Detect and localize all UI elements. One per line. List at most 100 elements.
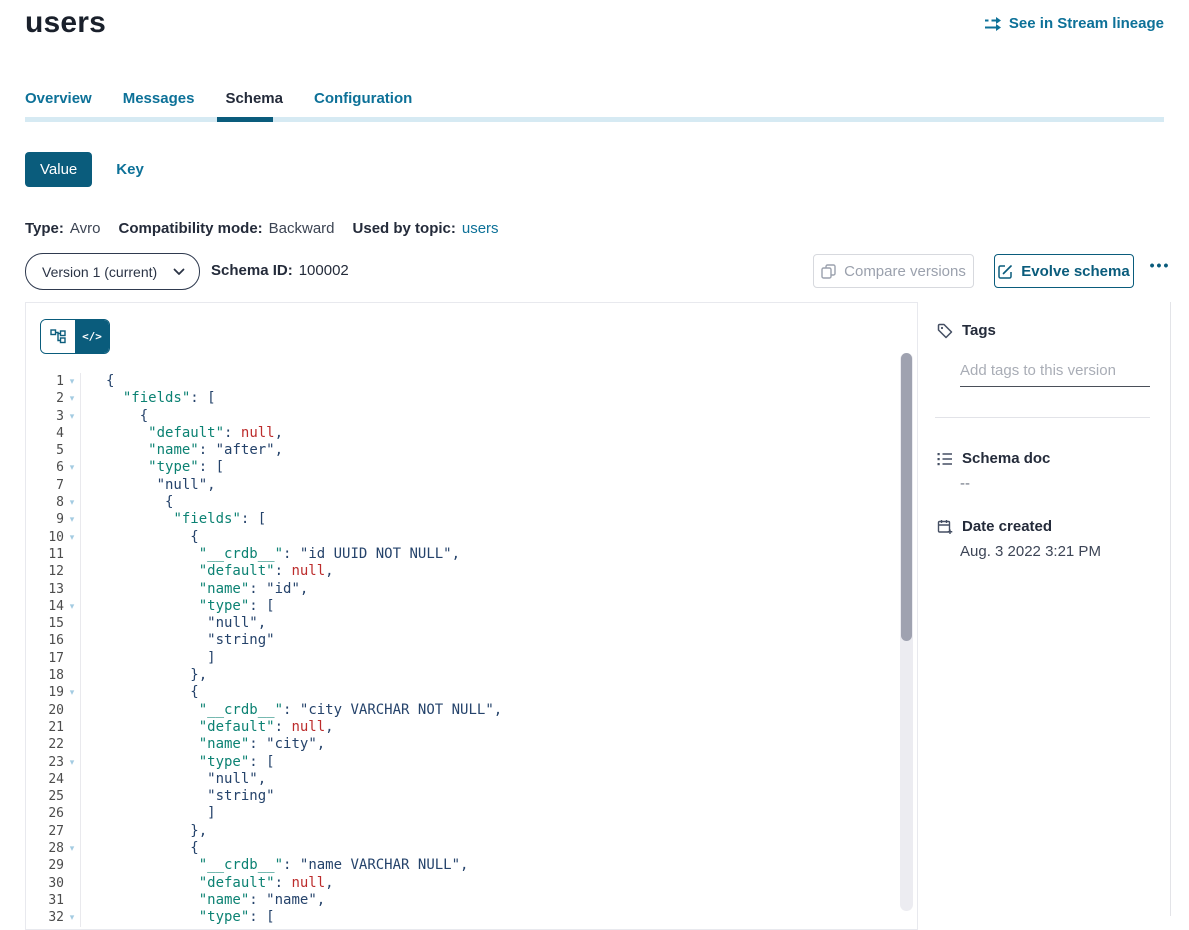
fold-gutter — [64, 892, 81, 909]
line-number: 5 — [26, 442, 64, 459]
line-number: 1 — [26, 373, 64, 390]
fold-toggle-icon[interactable]: ▾ — [64, 598, 81, 615]
code-line: 10▾ { — [26, 529, 896, 546]
fold-toggle-icon[interactable]: ▾ — [64, 459, 81, 476]
tab-messages[interactable]: Messages — [123, 90, 195, 107]
code-text: "fields": [ — [81, 511, 266, 528]
code-text: "fields": [ — [81, 390, 216, 407]
code-line: 1▾{ — [26, 373, 896, 390]
schema-id-label: Schema ID: — [211, 262, 293, 279]
fold-toggle-icon[interactable]: ▾ — [64, 529, 81, 546]
code-text: "default": null, — [81, 425, 283, 442]
version-select[interactable]: Version 1 (current) — [25, 253, 200, 290]
schema-editor-panel: </> 1▾{2▾ "fields": [3▾ {4 "default": nu… — [25, 302, 918, 930]
evolve-schema-button[interactable]: Evolve schema — [994, 254, 1134, 288]
code-line: 15 "null", — [26, 615, 896, 632]
tab-schema[interactable]: Schema — [225, 90, 283, 107]
used-by-topic-label: Used by topic: — [353, 220, 456, 237]
line-number: 10 — [26, 529, 64, 546]
schema-doc-value: -- — [960, 475, 970, 492]
code-line: 12 "default": null, — [26, 563, 896, 580]
add-tags-input[interactable] — [960, 358, 1150, 387]
compare-versions-label: Compare versions — [844, 263, 966, 280]
line-number: 30 — [26, 875, 64, 892]
tags-title: Tags — [962, 322, 996, 339]
tree-view-icon — [50, 329, 66, 344]
fold-toggle-icon[interactable]: ▾ — [64, 408, 81, 425]
line-number: 11 — [26, 546, 64, 563]
editor-scrollbar-thumb[interactable] — [901, 353, 912, 641]
code-view-icon: </> — [82, 330, 102, 343]
code-text: "default": null, — [81, 875, 334, 892]
type-label: Type: — [25, 220, 64, 237]
line-number: 16 — [26, 632, 64, 649]
tab-configuration[interactable]: Configuration — [314, 90, 412, 107]
code-lines[interactable]: 1▾{2▾ "fields": [3▾ {4 "default": null,5… — [26, 373, 896, 927]
line-number: 6 — [26, 459, 64, 476]
code-text: "name": "id", — [81, 581, 308, 598]
stream-lineage-link[interactable]: See in Stream lineage — [984, 15, 1164, 32]
line-number: 21 — [26, 719, 64, 736]
stream-lineage-label: See in Stream lineage — [1009, 15, 1164, 32]
fold-toggle-icon[interactable]: ▾ — [64, 511, 81, 528]
code-text: "name": "city", — [81, 736, 325, 753]
code-line: 25 "string" — [26, 788, 896, 805]
code-text: "default": null, — [81, 563, 334, 580]
fold-toggle-icon[interactable]: ▾ — [64, 684, 81, 701]
code-line: 18 }, — [26, 667, 896, 684]
code-text: { — [81, 408, 148, 425]
code-line: 19▾ { — [26, 684, 896, 701]
type-value: Avro — [70, 220, 101, 237]
schema-doc-icon — [937, 452, 953, 466]
code-line: 2▾ "fields": [ — [26, 390, 896, 407]
date-created-value: Aug. 3 2022 3:21 PM — [960, 543, 1101, 560]
fold-gutter — [64, 632, 81, 649]
fold-toggle-icon[interactable]: ▾ — [64, 494, 81, 511]
fold-gutter — [64, 788, 81, 805]
code-text: { — [81, 373, 114, 390]
fold-gutter — [64, 442, 81, 459]
fold-gutter — [64, 615, 81, 632]
code-line: 32▾ "type": [ — [26, 909, 896, 926]
fold-toggle-icon[interactable]: ▾ — [64, 909, 81, 926]
fold-gutter — [64, 702, 81, 719]
line-number: 29 — [26, 857, 64, 874]
code-text: }, — [81, 667, 207, 684]
fold-gutter — [64, 650, 81, 667]
fold-toggle-icon[interactable]: ▾ — [64, 840, 81, 857]
fold-toggle-icon[interactable]: ▾ — [64, 373, 81, 390]
key-toggle-button[interactable]: Key — [116, 161, 144, 178]
code-line: 16 "string" — [26, 632, 896, 649]
code-line: 3▾ { — [26, 408, 896, 425]
page-title: users — [25, 6, 106, 40]
code-view-button[interactable]: </> — [75, 320, 109, 353]
code-line: 5 "name": "after", — [26, 442, 896, 459]
code-text: { — [81, 529, 199, 546]
code-line: 20 "__crdb__": "city VARCHAR NOT NULL", — [26, 702, 896, 719]
compare-versions-button[interactable]: Compare versions — [813, 254, 974, 288]
line-number: 2 — [26, 390, 64, 407]
used-by-topic-link[interactable]: users — [462, 220, 499, 237]
line-number: 12 — [26, 563, 64, 580]
code-line: 14▾ "type": [ — [26, 598, 896, 615]
line-number: 13 — [26, 581, 64, 598]
fold-toggle-icon[interactable]: ▾ — [64, 754, 81, 771]
value-toggle-button[interactable]: Value — [25, 152, 92, 187]
editor-scrollbar[interactable] — [900, 353, 913, 911]
code-text: "string" — [81, 632, 275, 649]
fold-gutter — [64, 477, 81, 494]
line-number: 15 — [26, 615, 64, 632]
more-actions-button[interactable]: ••• — [1144, 251, 1176, 279]
fold-gutter — [64, 719, 81, 736]
fold-toggle-icon[interactable]: ▾ — [64, 390, 81, 407]
value-key-toggle: Value Key — [25, 152, 144, 187]
code-line: 23▾ "type": [ — [26, 754, 896, 771]
code-line: 7 "null", — [26, 477, 896, 494]
code-line: 26 ] — [26, 805, 896, 822]
code-line: 8▾ { — [26, 494, 896, 511]
tab-overview[interactable]: Overview — [25, 90, 92, 107]
line-number: 23 — [26, 754, 64, 771]
sidebar-right-divider — [1170, 302, 1171, 916]
evolve-schema-label: Evolve schema — [1021, 263, 1129, 280]
tree-view-button[interactable] — [41, 320, 75, 353]
